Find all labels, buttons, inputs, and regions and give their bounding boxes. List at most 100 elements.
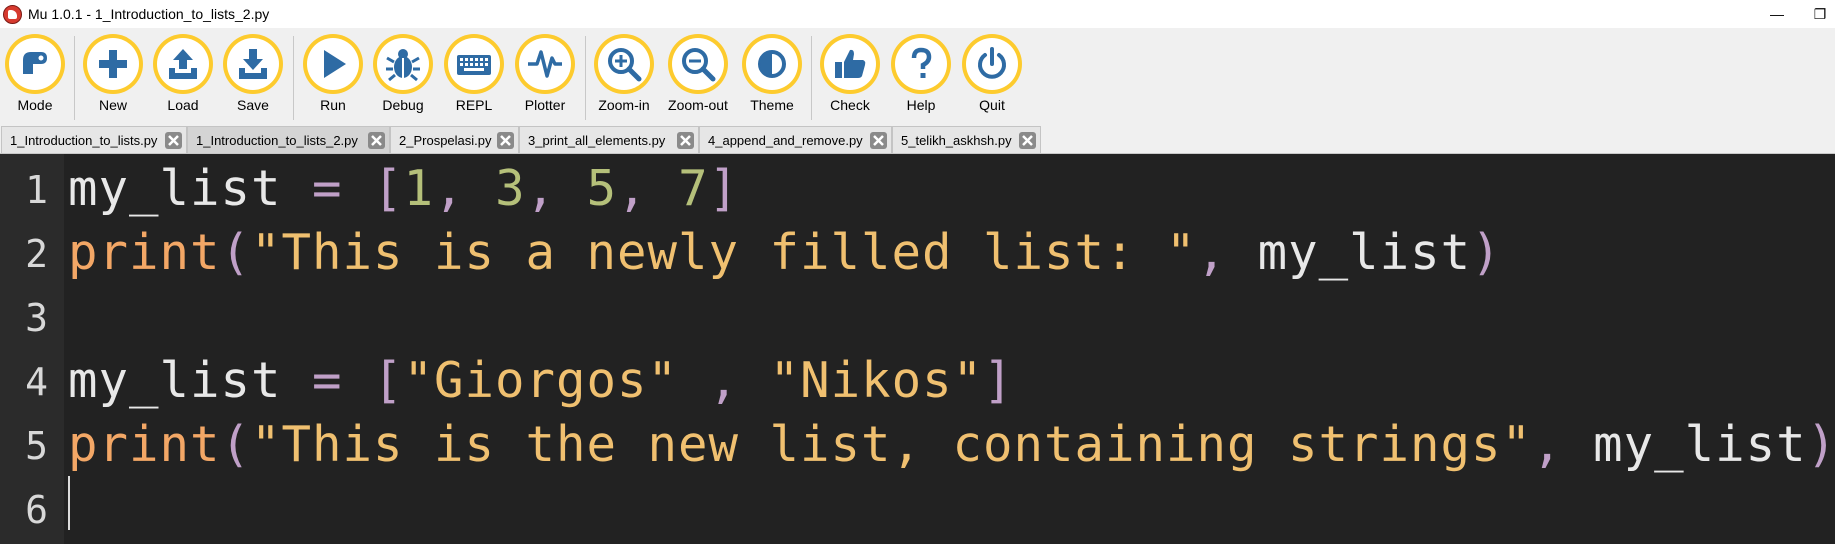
code-editor[interactable]: 1 2 3 4 5 6 my_list = [1, 3, 5, 7] print… bbox=[0, 154, 1835, 544]
bug-icon bbox=[386, 49, 420, 82]
tab-label: 2_Prospelasi.py bbox=[399, 132, 492, 148]
tab-label: 5_telikh_askhsh.py bbox=[901, 132, 1012, 148]
code-line: my_list = ["Giorgos" , "Nikos"] bbox=[68, 351, 1014, 411]
close-icon[interactable] bbox=[368, 132, 385, 149]
code-token: 3 bbox=[495, 160, 526, 217]
debug-button[interactable]: Debug bbox=[369, 34, 437, 113]
debug-label: Debug bbox=[382, 97, 424, 113]
code-token: ( bbox=[220, 224, 252, 281]
save-label: Save bbox=[237, 97, 269, 113]
code-token: "Nikos" bbox=[769, 352, 984, 409]
toolbar-separator bbox=[811, 36, 812, 120]
keyboard-icon bbox=[457, 55, 491, 75]
code-token: , bbox=[678, 352, 770, 409]
code-token: = bbox=[281, 160, 374, 217]
text-cursor bbox=[68, 476, 70, 530]
run-label: Run bbox=[320, 97, 346, 113]
code-token: "This is the new list, containing string… bbox=[251, 416, 1533, 473]
mode-label: Mode bbox=[17, 97, 53, 113]
plotter-button[interactable]: Plotter bbox=[511, 34, 579, 113]
contrast-icon bbox=[758, 50, 786, 78]
play-icon bbox=[324, 50, 346, 78]
zoom-in-label: Zoom-in bbox=[598, 97, 650, 113]
save-button[interactable]: Save bbox=[219, 34, 287, 113]
code-token: ( bbox=[220, 416, 252, 473]
code-token: ) bbox=[1471, 224, 1502, 281]
toolbar-separator bbox=[74, 36, 75, 120]
tab-1-introduction-to-lists-2[interactable]: 1_Introduction_to_lists_2.py bbox=[187, 126, 390, 153]
load-button[interactable]: Load bbox=[149, 34, 217, 113]
restore-button[interactable]: ❐ bbox=[1805, 0, 1835, 28]
tab-bar: 1_Introduction_to_lists.py 1_Introductio… bbox=[0, 124, 1835, 154]
upload-icon bbox=[169, 49, 197, 79]
pulse-icon bbox=[528, 50, 562, 78]
line-number: 6 bbox=[25, 488, 48, 532]
tab-3-print-all-elements[interactable]: 3_print_all_elements.py bbox=[519, 126, 699, 153]
mu-app-icon bbox=[3, 4, 22, 24]
code-token: 1 bbox=[403, 160, 435, 217]
theme-label: Theme bbox=[750, 97, 794, 113]
theme-button[interactable]: Theme bbox=[738, 34, 806, 113]
code-token: , bbox=[1196, 224, 1258, 281]
tab-label: 1_Introduction_to_lists_2.py bbox=[196, 132, 358, 148]
code-token: ) bbox=[1806, 416, 1835, 473]
line-number: 4 bbox=[25, 360, 48, 404]
code-token: "Giorgos" bbox=[403, 352, 679, 409]
code-token: my_list bbox=[68, 160, 282, 217]
close-icon[interactable] bbox=[497, 132, 514, 149]
code-token: print bbox=[68, 224, 221, 281]
check-button[interactable]: Check bbox=[816, 34, 884, 113]
thumbs-up-icon bbox=[835, 49, 866, 78]
code-token: , bbox=[1532, 416, 1594, 473]
code-line: print("This is the new list, containing … bbox=[68, 415, 1835, 475]
tab-2-prospelasi[interactable]: 2_Prospelasi.py bbox=[390, 126, 519, 153]
new-label: New bbox=[98, 97, 127, 113]
mode-button[interactable]: Mode bbox=[1, 34, 69, 113]
repl-label: REPL bbox=[455, 97, 493, 113]
help-label: Help bbox=[906, 97, 936, 113]
code-token: [ bbox=[373, 160, 404, 217]
tab-1-introduction-to-lists[interactable]: 1_Introduction_to_lists.py bbox=[1, 126, 187, 153]
code-token: 7 bbox=[678, 160, 709, 217]
mode-icon bbox=[23, 52, 47, 74]
code-token: = bbox=[281, 352, 374, 409]
toolbar-separator bbox=[293, 36, 294, 120]
tab-label: 1_Introduction_to_lists.py bbox=[10, 132, 158, 148]
code-line: my_list = [1, 3, 5, 7] bbox=[68, 159, 739, 219]
line-number: 3 bbox=[25, 296, 48, 340]
download-icon bbox=[239, 49, 267, 79]
zoom-in-icon bbox=[608, 48, 642, 82]
code-token: 5 bbox=[586, 160, 618, 217]
tab-4-append-and-remove[interactable]: 4_append_and_remove.py bbox=[699, 126, 892, 153]
zoom-out-label: Zoom-out bbox=[668, 97, 728, 113]
minimize-button[interactable]: — bbox=[1762, 0, 1792, 28]
repl-button[interactable]: REPL bbox=[440, 34, 508, 113]
code-line: print("This is a newly filled list: ", m… bbox=[68, 223, 1502, 283]
new-button[interactable]: New bbox=[79, 34, 147, 113]
tab-5-telikh-askhsh[interactable]: 5_telikh_askhsh.py bbox=[892, 126, 1041, 153]
close-icon[interactable] bbox=[870, 132, 887, 149]
toolbar-separator bbox=[585, 36, 586, 120]
close-icon[interactable] bbox=[1019, 132, 1036, 149]
check-label: Check bbox=[830, 97, 870, 113]
close-icon[interactable] bbox=[165, 132, 182, 149]
code-token: , bbox=[617, 160, 679, 217]
code-token: my_list bbox=[1593, 416, 1807, 473]
line-number-gutter: 1 2 3 4 5 6 bbox=[0, 154, 64, 544]
zoom-in-button[interactable]: Zoom-in bbox=[590, 34, 658, 113]
quit-label: Quit bbox=[979, 97, 1005, 113]
run-button[interactable]: Run bbox=[299, 34, 367, 113]
zoom-out-button[interactable]: Zoom-out bbox=[664, 34, 732, 113]
plus-icon bbox=[99, 50, 127, 78]
help-button[interactable]: Help bbox=[887, 34, 955, 113]
code-token: "This is a newly filled list: " bbox=[251, 224, 1197, 281]
line-number: 1 bbox=[25, 168, 48, 212]
quit-button[interactable]: Quit bbox=[958, 34, 1026, 113]
window-title: Mu 1.0.1 - 1_Introduction_to_lists_2.py bbox=[28, 6, 270, 22]
code-token: ] bbox=[708, 160, 740, 217]
power-icon bbox=[978, 47, 1006, 79]
close-icon[interactable] bbox=[677, 132, 694, 149]
code-token: [ bbox=[373, 352, 404, 409]
question-icon bbox=[911, 47, 932, 78]
tab-label: 4_append_and_remove.py bbox=[708, 132, 863, 148]
